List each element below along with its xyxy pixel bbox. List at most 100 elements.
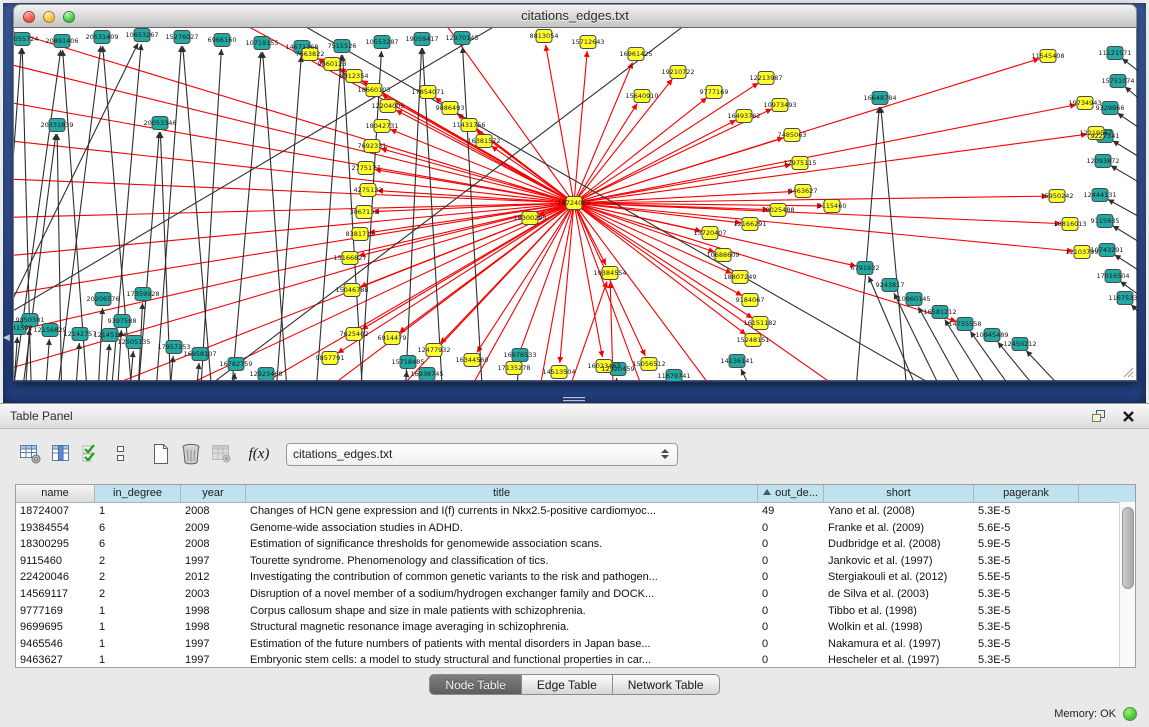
column-header-year[interactable]: year xyxy=(181,485,246,502)
collapse-panel-arrow[interactable]: ◀ xyxy=(3,333,10,342)
table-row[interactable]: 1938455462009Genome-wide association stu… xyxy=(16,520,1135,537)
cell-name[interactable]: 9777169 xyxy=(16,603,95,620)
network-graph[interactable]: 1405572420891406205314091065326715276027… xyxy=(14,28,1138,381)
table-row[interactable]: 911546021997Tourette syndrome. Phenomeno… xyxy=(16,553,1135,570)
cell-pagerank[interactable]: 5.6E-5 xyxy=(974,520,1079,537)
cell-name[interactable]: 9465546 xyxy=(16,636,95,653)
close-button[interactable] xyxy=(23,11,35,23)
cell-name[interactable]: 9115460 xyxy=(16,553,95,570)
delete-table-button[interactable] xyxy=(206,440,236,468)
cell-short[interactable]: Stergiakouli et al. (2012) xyxy=(824,569,974,586)
table-row[interactable]: 969969511998Structural magnetic resonanc… xyxy=(16,619,1135,636)
cell-in-degree[interactable]: 1 xyxy=(95,619,181,636)
cell-name[interactable]: 22420046 xyxy=(16,569,95,586)
cell-pagerank[interactable]: 5.5E-5 xyxy=(974,569,1079,586)
function-builder-button[interactable]: f(x) xyxy=(244,440,274,468)
column-header-name[interactable]: name xyxy=(16,485,95,502)
minimize-button[interactable] xyxy=(43,11,55,23)
create-column-button[interactable] xyxy=(146,440,176,468)
column-header-out-de[interactable]: out_de... xyxy=(758,485,824,502)
cell-in-degree[interactable]: 1 xyxy=(95,636,181,653)
cell-year[interactable]: 2008 xyxy=(181,536,246,553)
cell-name[interactable]: 9463627 xyxy=(16,652,95,668)
table-row[interactable]: 1872400712008Changes of HCN gene express… xyxy=(16,503,1135,520)
table-row[interactable]: 977716911998Corpus callosum shape and si… xyxy=(16,603,1135,620)
cell-out-de[interactable]: 0 xyxy=(758,536,824,553)
cell-year[interactable]: 1998 xyxy=(181,619,246,636)
cell-title[interactable]: Disruption of a novel member of a sodium… xyxy=(246,586,758,603)
column-header-title[interactable]: title xyxy=(246,485,758,502)
cell-name[interactable]: 18300295 xyxy=(16,536,95,553)
select-all-rows-button[interactable] xyxy=(76,440,106,468)
table-options-button[interactable] xyxy=(16,440,46,468)
cell-in-degree[interactable]: 6 xyxy=(95,520,181,537)
cell-title[interactable]: Estimation of the future numbers of pati… xyxy=(246,636,758,653)
cell-title[interactable]: Investigating the contribution of common… xyxy=(246,569,758,586)
cell-name[interactable]: 14569117 xyxy=(16,586,95,603)
resize-grip-icon[interactable] xyxy=(1120,364,1134,378)
cell-name[interactable]: 18724007 xyxy=(16,503,95,520)
cell-in-degree[interactable]: 1 xyxy=(95,503,181,520)
cell-pagerank[interactable]: 5.3E-5 xyxy=(974,636,1079,653)
cell-out-de[interactable]: 0 xyxy=(758,586,824,603)
cell-in-degree[interactable]: 1 xyxy=(95,603,181,620)
cell-title[interactable]: Structural magnetic resonance image aver… xyxy=(246,619,758,636)
table-scrollbar[interactable] xyxy=(1119,502,1135,667)
window-titlebar[interactable]: citations_edges.txt xyxy=(13,4,1137,28)
cell-title[interactable]: Estimation of significance thresholds fo… xyxy=(246,536,758,553)
close-panel-icon[interactable] xyxy=(1122,410,1135,423)
cell-out-de[interactable]: 0 xyxy=(758,652,824,668)
cell-year[interactable]: 2008 xyxy=(181,503,246,520)
table-row[interactable]: 946554611997Estimation of the future num… xyxy=(16,636,1135,653)
cell-short[interactable]: Hescheler et al. (1997) xyxy=(824,652,974,668)
table-select-dropdown[interactable]: citations_edges.txt xyxy=(286,443,678,466)
cell-short[interactable]: Wolkin et al. (1998) xyxy=(824,619,974,636)
cell-short[interactable]: Yano et al. (2008) xyxy=(824,503,974,520)
cell-in-degree[interactable]: 2 xyxy=(95,586,181,603)
table-row[interactable]: 1456911722003Disruption of a novel membe… xyxy=(16,586,1135,603)
scrollbar-thumb[interactable] xyxy=(1122,507,1134,589)
cell-pagerank[interactable]: 5.3E-5 xyxy=(974,553,1079,570)
cell-title[interactable]: Genome-wide association studies in ADHD. xyxy=(246,520,758,537)
cell-year[interactable]: 2012 xyxy=(181,569,246,586)
table-row[interactable]: 946362711997Embryonic stem cells: a mode… xyxy=(16,652,1135,668)
cell-title[interactable]: Embryonic stem cells: a model to study s… xyxy=(246,652,758,668)
cell-short[interactable]: Tibbo et al. (1998) xyxy=(824,603,974,620)
cell-in-degree[interactable]: 6 xyxy=(95,536,181,553)
column-header-in-degree[interactable]: in_degree xyxy=(95,485,181,502)
cell-pagerank[interactable]: 5.3E-5 xyxy=(974,652,1079,668)
cell-short[interactable]: de Silva et al. (2003) xyxy=(824,586,974,603)
tab-edge-table[interactable]: Edge Table xyxy=(522,674,613,695)
cell-year[interactable]: 1997 xyxy=(181,652,246,668)
cell-in-degree[interactable]: 1 xyxy=(95,652,181,668)
deselect-all-rows-button[interactable] xyxy=(106,440,136,468)
cell-short[interactable]: Nakamura et al. (1997) xyxy=(824,636,974,653)
cell-pagerank[interactable]: 5.3E-5 xyxy=(974,603,1079,620)
cell-out-de[interactable]: 0 xyxy=(758,636,824,653)
cell-short[interactable]: Franke et al. (2009) xyxy=(824,520,974,537)
cell-out-de[interactable]: 0 xyxy=(758,553,824,570)
cell-in-degree[interactable]: 2 xyxy=(95,553,181,570)
table-row[interactable]: 2242004622012Investigating the contribut… xyxy=(16,569,1135,586)
cell-pagerank[interactable]: 5.3E-5 xyxy=(974,586,1079,603)
cell-short[interactable]: Dudbridge et al. (2008) xyxy=(824,536,974,553)
delete-column-button[interactable] xyxy=(176,440,206,468)
cell-pagerank[interactable]: 5.9E-5 xyxy=(974,536,1079,553)
cell-out-de[interactable]: 0 xyxy=(758,569,824,586)
table-row[interactable]: 1830029562008Estimation of significance … xyxy=(16,536,1135,553)
cell-short[interactable]: Jankovic et al. (1997) xyxy=(824,553,974,570)
tab-network-table[interactable]: Network Table xyxy=(613,674,720,695)
float-panel-icon[interactable] xyxy=(1091,409,1108,424)
column-header-pagerank[interactable]: pagerank xyxy=(974,485,1079,502)
cell-out-de[interactable]: 0 xyxy=(758,619,824,636)
network-canvas[interactable]: 1405572420891406205314091065326715276027… xyxy=(13,28,1137,381)
cell-out-de[interactable]: 0 xyxy=(758,520,824,537)
cell-name[interactable]: 9699695 xyxy=(16,619,95,636)
cell-title[interactable]: Corpus callosum shape and size in male p… xyxy=(246,603,758,620)
cell-pagerank[interactable]: 5.3E-5 xyxy=(974,619,1079,636)
cell-year[interactable]: 1997 xyxy=(181,636,246,653)
column-visibility-button[interactable] xyxy=(46,440,76,468)
cell-year[interactable]: 1998 xyxy=(181,603,246,620)
cell-pagerank[interactable]: 5.3E-5 xyxy=(974,503,1079,520)
cell-name[interactable]: 19384554 xyxy=(16,520,95,537)
